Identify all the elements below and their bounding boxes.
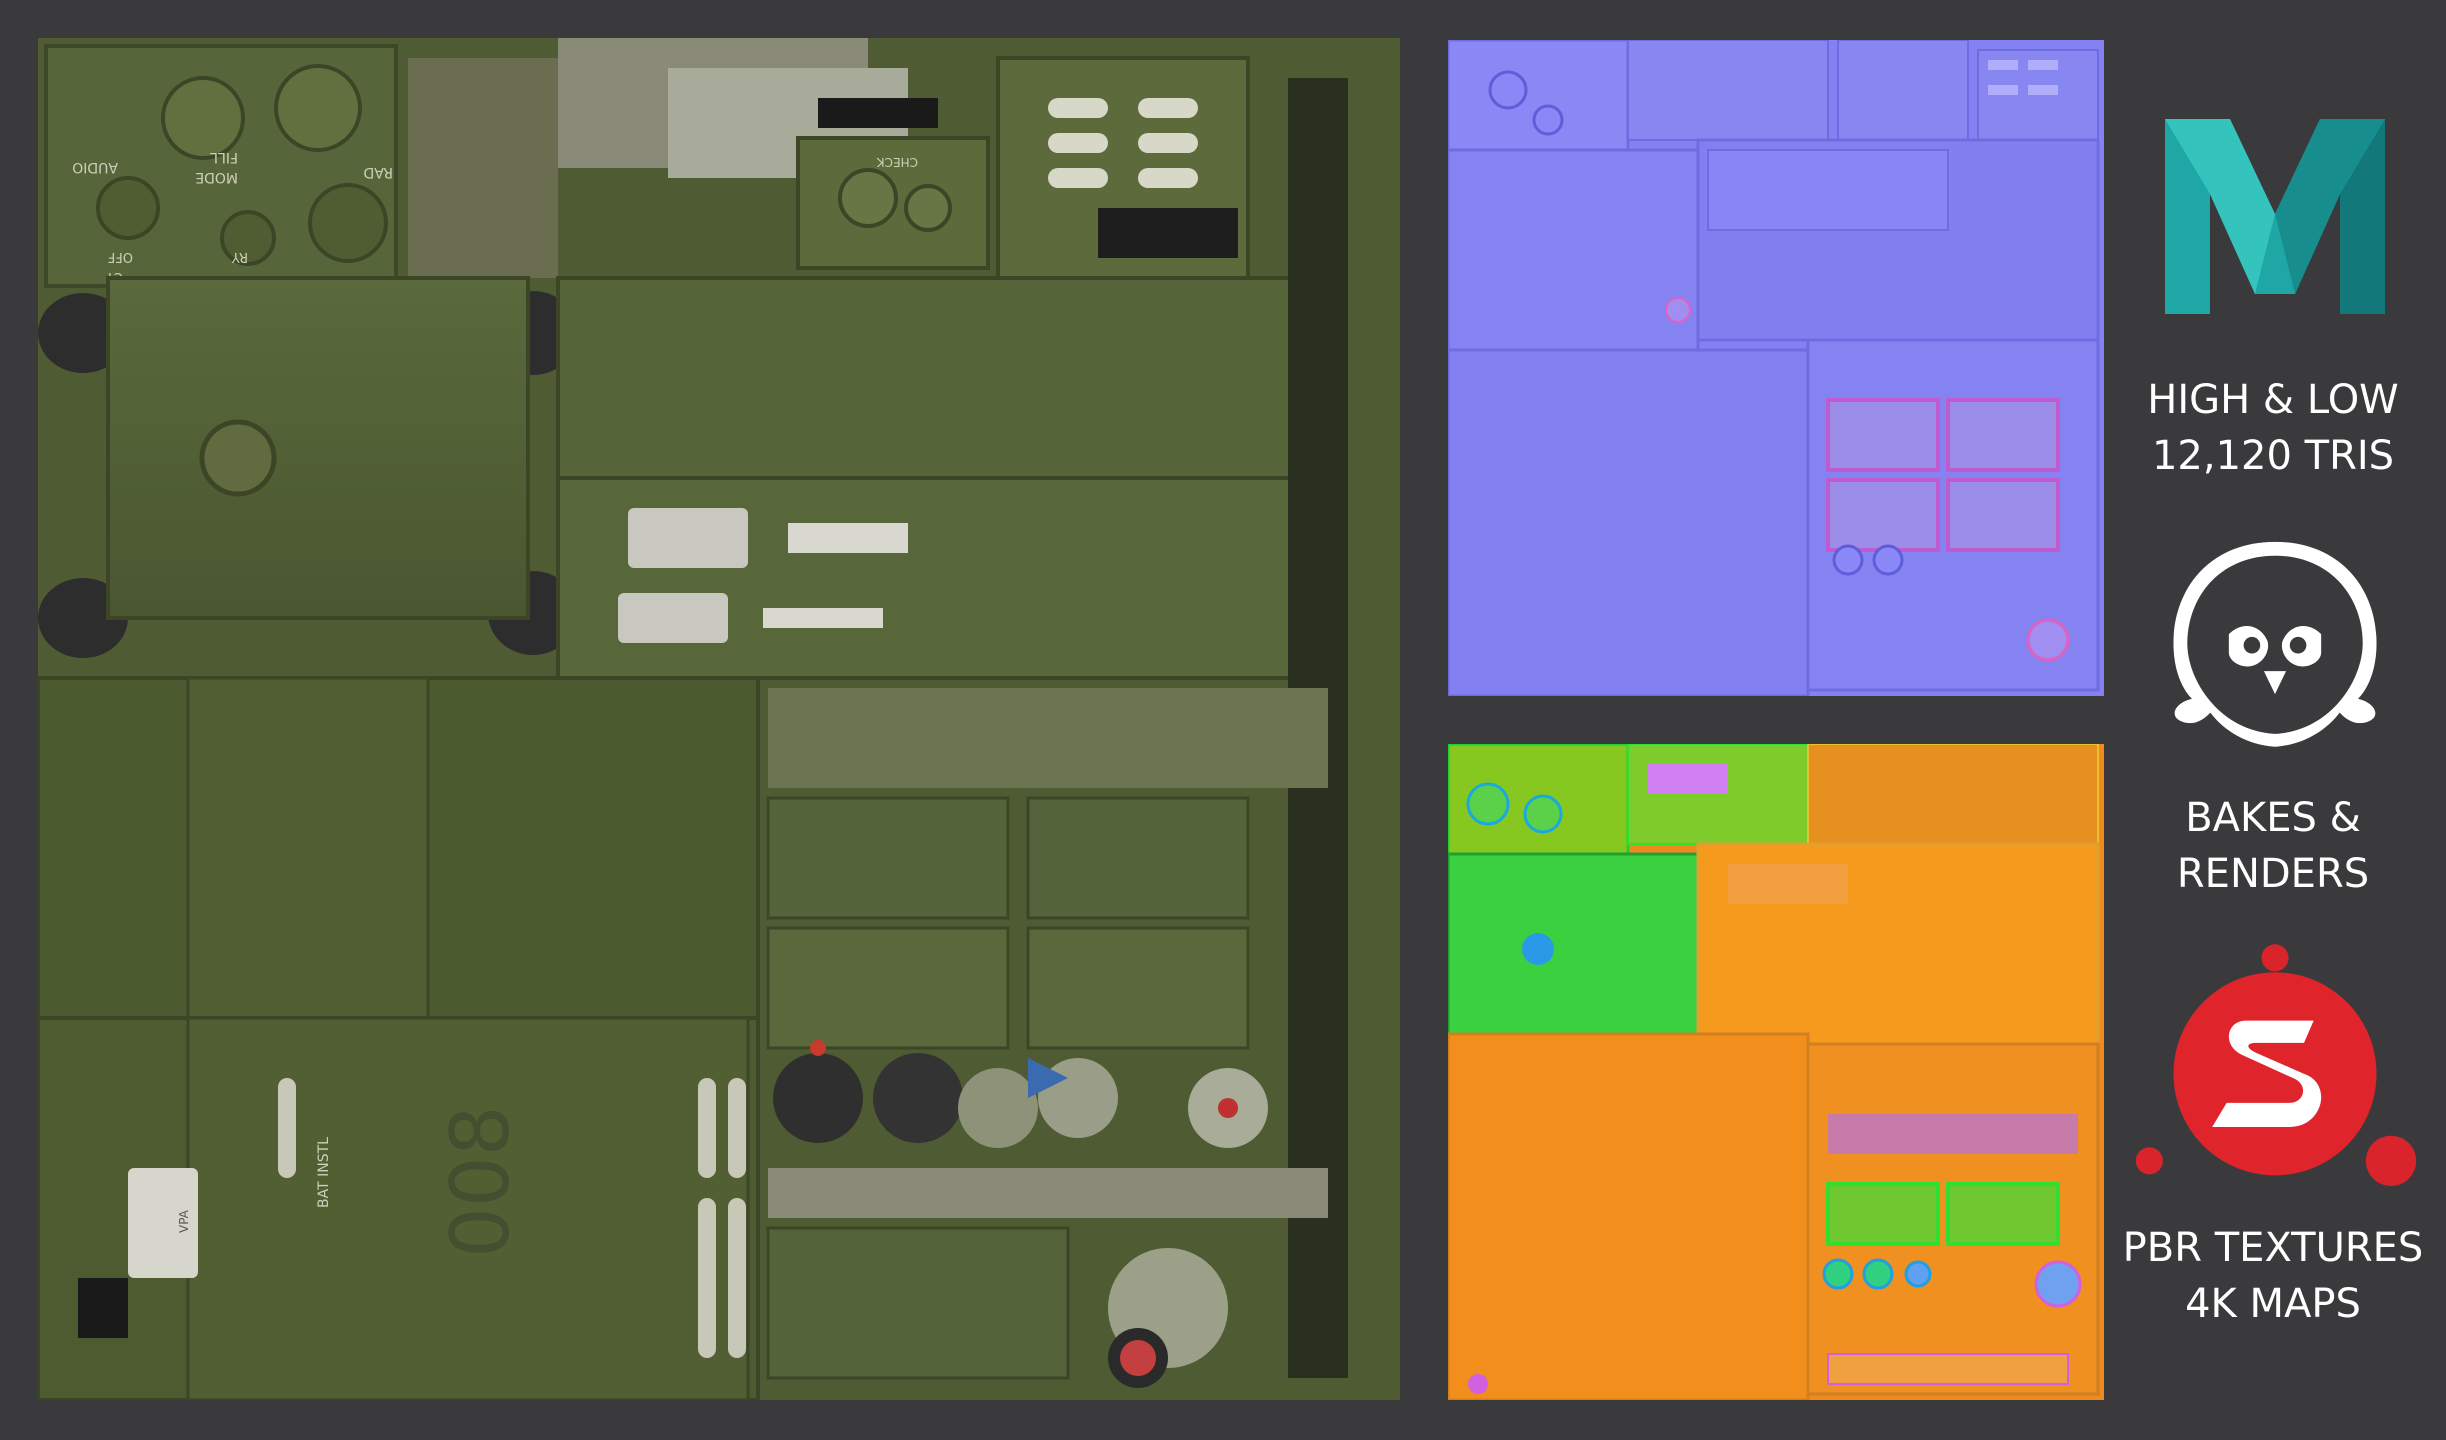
label-fill: FILL <box>210 149 238 165</box>
maya-line-2: 12,120 TRIS <box>2151 433 2395 479</box>
label-audio: AUDIO <box>72 159 118 175</box>
label-bat-instl: BAT INSTL <box>316 1137 332 1208</box>
albedo-texture-panel: AUDIO MODE FILL RAD CT OFF RY LD CHECK <box>38 38 1400 1400</box>
label-vpa: VPA <box>177 1209 191 1233</box>
normal-texture-image <box>1448 40 2104 696</box>
normal-texture-panel <box>1448 40 2104 696</box>
label-check: CHECK <box>876 155 918 169</box>
label-008: 008 <box>434 1105 527 1258</box>
maya-logo-icon <box>2130 104 2420 362</box>
curvature-texture-panel <box>1448 744 2104 1400</box>
substance-line-1: PBR TEXTURES <box>2122 1225 2424 1271</box>
section-marmoset-caption: BAKES & RENDERS <box>2118 790 2428 902</box>
curvature-texture-image <box>1448 744 2104 1400</box>
section-maya-caption: HIGH & LOW 12,120 TRIS <box>2118 372 2428 484</box>
label-ry: RY <box>232 249 248 264</box>
albedo-texture-image: AUDIO MODE FILL RAD CT OFF RY LD CHECK <box>38 38 1400 1400</box>
marmoset-line-2: RENDERS <box>2176 851 2370 897</box>
maya-line-1: HIGH & LOW <box>2147 377 2399 423</box>
label-off: OFF <box>108 249 133 264</box>
marmoset-line-1: BAKES & <box>2185 795 2361 841</box>
label-rad: RAD <box>363 164 393 180</box>
substance-line-2: 4K MAPS <box>2185 1281 2361 1327</box>
section-substance-caption: PBR TEXTURES 4K MAPS <box>2118 1220 2428 1332</box>
substance-painter-logo-icon <box>2130 938 2420 1208</box>
label-mode: MODE <box>195 169 238 185</box>
marmoset-skull-icon <box>2130 528 2420 778</box>
